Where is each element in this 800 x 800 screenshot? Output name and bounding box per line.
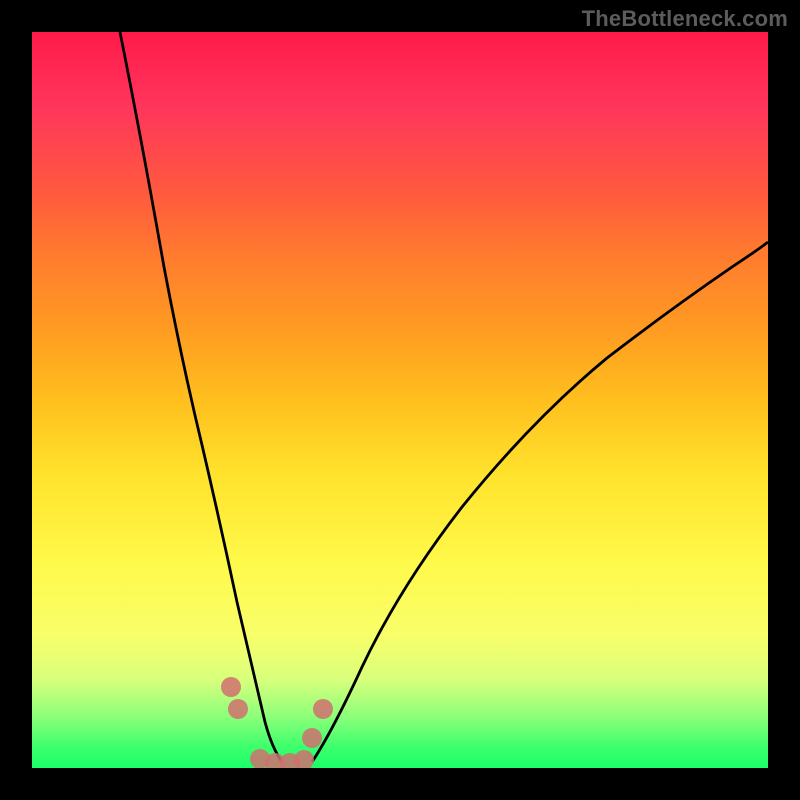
marker-dot	[313, 699, 333, 719]
plot-area	[32, 32, 768, 768]
marker-dot	[302, 728, 322, 748]
curve-layer	[32, 32, 768, 768]
curve-right-branch	[312, 242, 768, 762]
watermark-text: TheBottleneck.com	[582, 6, 788, 32]
marker-dot	[228, 699, 248, 719]
marker-dot	[221, 677, 241, 697]
curve-left-branch	[120, 32, 282, 762]
marker-dot	[294, 750, 314, 768]
chart-frame: TheBottleneck.com	[0, 0, 800, 800]
